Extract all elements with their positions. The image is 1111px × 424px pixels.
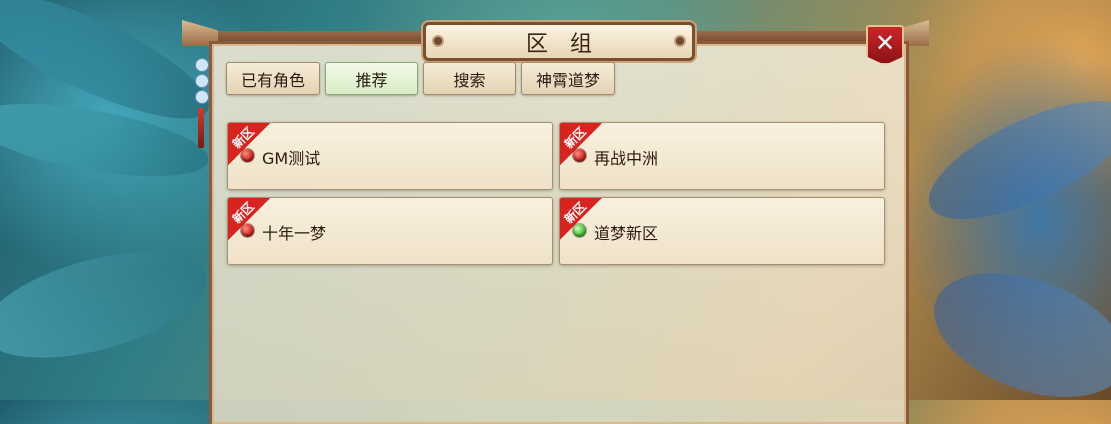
title-plate: 区组 bbox=[423, 22, 695, 61]
server-name: 再战中洲 bbox=[594, 149, 659, 168]
server-card-daomeng-xinqu[interactable]: 新区 道梦新区 bbox=[559, 197, 885, 265]
status-red-icon bbox=[241, 224, 254, 237]
background-feather bbox=[0, 231, 218, 379]
tab-recommended[interactable]: 推荐 bbox=[325, 62, 418, 95]
status-red-icon bbox=[241, 149, 254, 162]
server-card-zaizhan-zhongzhou[interactable]: 新区 再战中洲 bbox=[559, 122, 885, 190]
background-feather bbox=[913, 77, 1111, 243]
tab-label: 神霄道梦 bbox=[535, 70, 600, 90]
page-title: 区组 bbox=[525, 31, 614, 57]
stud-icon bbox=[434, 37, 442, 45]
server-card-shinian-yimeng[interactable]: 新区 十年一梦 bbox=[227, 197, 553, 265]
status-red-icon bbox=[573, 149, 586, 162]
stud-icon bbox=[676, 37, 684, 45]
server-name: GM测试 bbox=[262, 149, 321, 168]
status-green-icon bbox=[573, 224, 586, 237]
server-name: 十年一梦 bbox=[262, 224, 327, 243]
tab-label: 已有角色 bbox=[240, 70, 305, 90]
tab-search[interactable]: 搜索 bbox=[423, 62, 516, 95]
tab-existing-roles[interactable]: 已有角色 bbox=[226, 62, 320, 95]
server-card-gm-test[interactable]: 新区 GM测试 bbox=[227, 122, 553, 190]
close-icon: ✕ bbox=[874, 29, 896, 57]
tab-label: 搜索 bbox=[453, 70, 486, 90]
tab-shenxiao-daomeng[interactable]: 神霄道梦 bbox=[521, 62, 615, 95]
tab-label: 推荐 bbox=[355, 70, 388, 90]
background-feather bbox=[917, 249, 1111, 421]
jade-charm-icon bbox=[193, 58, 209, 148]
server-name: 道梦新区 bbox=[594, 224, 659, 243]
